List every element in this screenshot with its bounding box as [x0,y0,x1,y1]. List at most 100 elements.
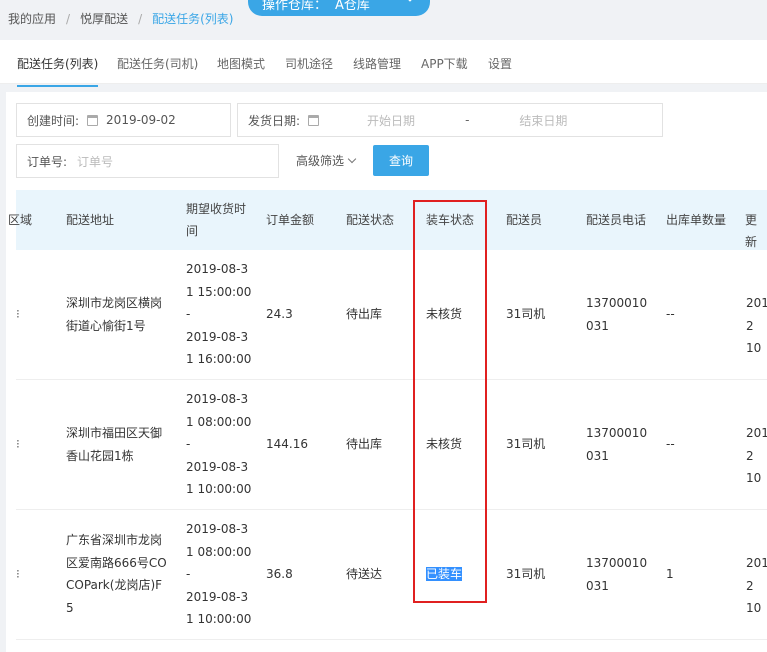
expected-line: 2019-08-3 [186,329,249,344]
address-line: 广东省深圳市龙岗 [66,533,163,547]
phone-line: 13700010 [586,296,648,310]
table-header: 区域 配送地址 期望收货时 间 订单金额 配送状态 装车状态 配送员 配送员电话… [8,190,767,250]
cell-amount: 36.8 [266,567,293,581]
cell-outbound-count: -- [666,307,675,321]
address-line: 5 [66,600,74,615]
warehouse-selector[interactable]: 操作仓库： A仓库 [248,0,430,16]
address-line: 深圳市龙岗区横岗 [66,296,163,310]
created-date-label: 创建时间: [27,113,80,128]
expected-line: 1 16:00:00 [186,352,252,366]
tab-app-download[interactable]: APP下载 [421,55,468,72]
ship-date-label: 发货日期: [248,113,301,128]
cell-updated: 201 2 10 [746,422,767,490]
cell-amount: 144.16 [266,437,308,451]
header-courier: 配送员 [506,213,543,227]
tab-delivery-list[interactable]: 配送任务(列表) [17,55,99,87]
cell-courier-phone: 13700010 031 [586,552,647,597]
order-number-label: 订单号: [27,154,68,169]
expected-line: 2019-08-3 [186,392,249,406]
expected-line: 2019-08-3 [186,589,249,604]
phone-line: 031 [586,578,609,593]
address-line: 深圳市福田区天御 [66,426,163,440]
header-expected-time: 期望收货时 间 [186,198,246,242]
header-region: 区域 [8,213,33,227]
updated-line: 2 10 [746,318,762,356]
cell-region: ⁝ [16,437,20,451]
address-line: 香山花园1栋 [66,448,134,463]
table-row[interactable]: ⁝ 广东省深圳市龙岗 区爱南路666号CO COPark(龙岗店)F 5 201… [16,510,767,640]
end-date-input[interactable]: 结束日期 [519,112,567,129]
updated-line: 2 10 [746,578,762,616]
expected-line: 1 10:00:00 [186,612,252,626]
breadcrumb-item-delivery[interactable]: 悦厚配送 [80,10,128,27]
cell-updated: 201 2 10 [746,552,767,620]
cell-region: ⁝ [16,307,20,321]
cell-courier-phone: 13700010 031 [586,422,647,467]
updated-line: 201 [746,426,767,440]
cell-address: 深圳市福田区天御 香山花园1栋 [66,422,162,467]
address-line: 区爱南路666号CO [66,555,167,570]
updated-line: 201 [746,296,767,310]
ship-date-range-field[interactable]: 发货日期: 开始日期 - 结束日期 [237,103,663,137]
header-address: 配送地址 [66,213,115,227]
header-expected-time-line2: 间 [186,224,199,238]
tab-bar: 配送任务(列表) 配送任务(司机) 地图模式 司机途径 线路管理 APP下载 设… [0,40,767,87]
tab-delivery-driver[interactable]: 配送任务(司机) [117,55,198,72]
cell-outbound-count: 1 [666,567,674,581]
header-amount: 订单金额 [266,213,315,227]
warehouse-value: A仓库 [335,0,370,13]
phone-line: 13700010 [586,426,648,440]
cell-outbound-count: -- [666,437,675,451]
cell-updated: 201 2 10 [746,292,767,360]
address-line: COPark(龙岗店)F [66,578,163,592]
tab-settings[interactable]: 设置 [488,55,512,72]
advanced-filter-toggle[interactable]: 高级筛选 [296,152,357,169]
advanced-filter-label: 高级筛选 [296,154,345,168]
calendar-icon [87,114,99,126]
table-row[interactable]: ⁝ 深圳市福田区天御 香山花园1栋 2019-08-3 1 08:00:00 -… [16,380,767,510]
query-button[interactable]: 查询 [373,145,429,176]
expected-line: 2019-08-3 [186,522,249,536]
updated-line: 201 [746,556,767,570]
breadcrumb: 我的应用 / 悦厚配送 / 配送任务(列表) [8,10,234,27]
cell-region: ⁝ [16,567,20,581]
cell-delivery-status: 待出库 [346,307,383,321]
chevron-down-icon [347,154,357,164]
breadcrumb-separator: / [138,11,143,26]
expected-line: - [186,307,191,321]
cell-expected-time: 2019-08-3 1 08:00:00 - 2019-08-3 1 10:00… [186,388,251,501]
header-courier-phone: 配送员电话 [586,213,647,227]
cell-address: 广东省深圳市龙岗 区爱南路666号CO COPark(龙岗店)F 5 [66,529,167,619]
expected-line: 1 08:00:00 [186,414,252,429]
created-date-field[interactable]: 创建时间: 2019-09-02 [16,103,231,137]
warehouse-label: 操作仓库： [262,0,328,13]
tab-map-mode[interactable]: 地图模式 [217,55,265,72]
expected-line: 1 15:00:00 [186,284,252,299]
tab-driver-route[interactable]: 司机途径 [285,55,333,72]
date-range-separator: - [465,113,470,127]
cell-courier: 31司机 [506,567,546,581]
order-number-field[interactable]: 订单号: 订单号 [16,144,279,178]
table-row[interactable]: ⁝ 深圳市龙岗区横岗 街道心愉街1号 2019-08-3 1 15:00:00 … [16,250,767,380]
cell-amount: 24.3 [266,307,293,321]
expected-line: - [186,437,191,451]
chevron-down-icon [404,0,416,2]
highlight-annotation-box [413,200,487,603]
cell-address: 深圳市龙岗区横岗 街道心愉街1号 [66,292,162,337]
header-outbound-count: 出库单数量 [666,213,727,227]
order-number-input[interactable]: 订单号 [77,153,113,170]
tab-route-management[interactable]: 线路管理 [353,55,401,72]
breadcrumb-item-apps[interactable]: 我的应用 [8,10,56,27]
expected-line: 1 10:00:00 [186,482,252,496]
expected-line: 2019-08-3 [186,459,249,474]
header-expected-time-line1: 期望收货时 [186,202,247,216]
breadcrumb-separator: / [66,11,71,26]
phone-line: 031 [586,448,609,463]
updated-line: 2 10 [746,448,762,486]
cell-courier: 31司机 [506,307,546,321]
header-delivery-status: 配送状态 [346,213,395,227]
cell-expected-time: 2019-08-3 1 15:00:00 - 2019-08-3 1 16:00… [186,258,251,371]
phone-line: 031 [586,318,609,333]
cell-expected-time: 2019-08-3 1 08:00:00 - 2019-08-3 1 10:00… [186,518,251,631]
start-date-input[interactable]: 开始日期 [367,112,415,129]
